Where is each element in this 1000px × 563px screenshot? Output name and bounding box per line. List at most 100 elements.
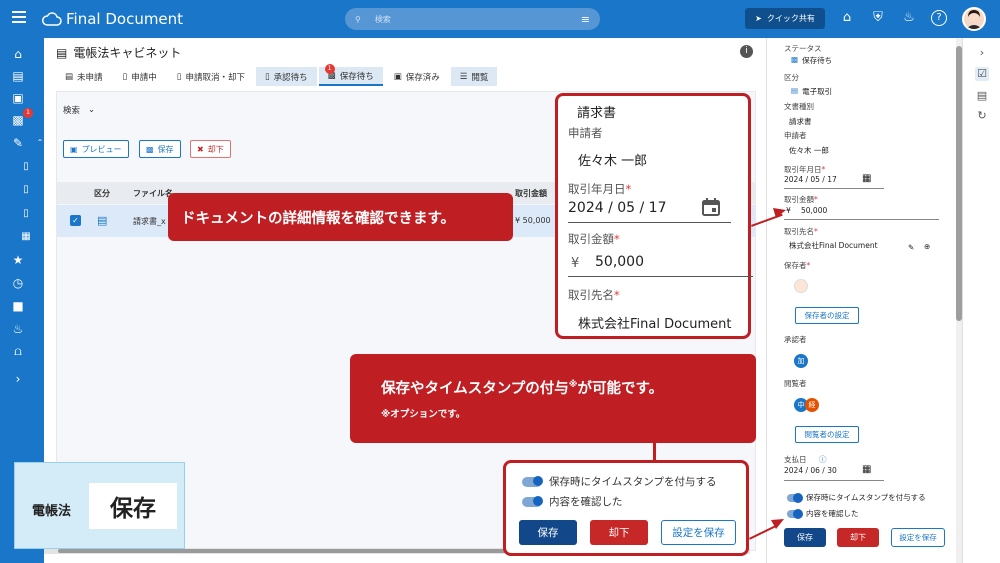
save-button[interactable]: 保存 — [784, 528, 826, 547]
confirm-toggle-label: 内容を確認した — [806, 509, 859, 518]
save-icon: ▩ — [791, 55, 799, 64]
reject-button[interactable]: 却下 — [837, 528, 879, 547]
preview-icon: ▣ — [70, 144, 78, 154]
date-field[interactable]: 2024 / 05 / 17 — [784, 175, 837, 184]
doc-clock-icon[interactable]: ▯ — [18, 206, 34, 222]
zoom-partner-label-text: 取引先名 — [568, 288, 614, 302]
quick-share-button[interactable]: ➤ クイック共有 — [745, 8, 825, 29]
confirm-toggle[interactable] — [787, 509, 803, 519]
org-icon[interactable]: ▣ — [10, 90, 26, 106]
preview-button[interactable]: ▣ プレビュー — [63, 140, 129, 158]
keeper-settings-button[interactable]: 保存者の設定 — [795, 307, 859, 324]
top-bar: Final Document ⚲ 検索 ≡ ➤ クイック共有 ⌂ ⛨ ♨ ? — [0, 0, 1000, 38]
home-icon[interactable]: ⌂ — [839, 10, 855, 26]
tab-awaiting-approval[interactable]: ▯ 承認待ち — [255, 67, 317, 86]
zoom-save-button: 保存 — [519, 520, 577, 545]
help-icon[interactable]: ? — [931, 10, 947, 26]
column-category: 区分 — [94, 189, 110, 198]
keeper-label-text: 保存者 — [784, 261, 807, 270]
bell-icon[interactable]: ♨ — [901, 10, 917, 26]
viewer-label: 閲覧者 — [784, 379, 807, 388]
cabinet-icon[interactable]: ▤ — [10, 68, 26, 84]
search-icon: ⚲ — [355, 14, 361, 24]
flow-icon[interactable]: ▦ — [18, 229, 34, 245]
partner-value[interactable]: 株式会社Final Document — [789, 240, 878, 251]
zoom-date-value: 2024 / 05 / 17 — [568, 200, 667, 216]
tab-label: 承認待ち — [273, 72, 308, 83]
amount-underline — [784, 219, 939, 220]
tab-saved[interactable]: ▣ 保存済み — [385, 67, 449, 86]
chevron-right-icon[interactable]: › — [975, 46, 989, 60]
tab-applying[interactable]: ▯ 申請中 — [114, 67, 166, 86]
viewer-avatar: 経 — [805, 398, 819, 412]
reject-icon: ✖ — [197, 144, 204, 154]
confirm-toggle — [522, 496, 543, 507]
tab-label: 保存済み — [405, 72, 440, 83]
app-logo[interactable]: Final Document — [42, 10, 183, 28]
home-icon[interactable]: ⌂ — [10, 46, 26, 62]
tab-unapplied[interactable]: ▤ 未申請 — [56, 67, 112, 86]
zoom-partner-value: 株式会社Final Document — [578, 317, 732, 332]
chevron-right-icon[interactable]: › — [10, 371, 26, 387]
calendar-icon[interactable]: ▦ — [862, 173, 871, 184]
shield-icon[interactable]: ⛨ — [870, 10, 886, 26]
callout-details-text: ドキュメントの詳細情報を確認できます。 — [181, 210, 456, 227]
zoom-date-label: 取引年月日* — [568, 182, 632, 196]
partner-label: 取引先名* — [784, 227, 818, 236]
save-label: 保存 — [157, 144, 174, 154]
payment-field[interactable]: 2024 / 06 / 30 — [784, 466, 837, 475]
zoom-timestamp-label: 保存時にタイムスタンプを付与する — [549, 476, 717, 488]
share-icon[interactable]: ⩍ — [10, 343, 26, 359]
zoom-detail-box: 請求書 申請者 佐々木 一郎 取引年月日* 2024 / 05 / 17 取引金… — [555, 93, 753, 339]
trash-icon[interactable]: ■ — [10, 298, 26, 314]
tab-cancelled[interactable]: ▯ 申請取消・却下 — [168, 67, 254, 86]
tab-awaiting-save[interactable]: 1 ▩ 保存待ち — [318, 64, 383, 86]
doc-icon: ▤ — [791, 86, 799, 95]
avatar[interactable] — [962, 7, 986, 31]
help-icon[interactable]: ⓘ — [819, 454, 827, 465]
clock-icon[interactable]: ◷ — [10, 275, 26, 291]
info-icon[interactable]: i — [740, 45, 753, 58]
callout-timestamp-main: 保存やタイムスタンプの付与 — [381, 381, 569, 397]
timestamp-toggle[interactable] — [787, 493, 803, 503]
star-icon[interactable]: ★ — [10, 252, 26, 268]
row-checkbox[interactable]: ✓ — [70, 215, 81, 226]
column-amount[interactable]: 取引金額 — [515, 188, 547, 199]
page-title: ▤ 電帳法キャビネット — [56, 44, 181, 61]
edit-icon[interactable]: ✎ — [908, 243, 914, 252]
menu-icon[interactable] — [12, 11, 26, 23]
calendar-icon — [701, 197, 721, 217]
bell-icon[interactable]: ♨ — [10, 321, 26, 337]
tab-view[interactable]: ☰ 閲覧 — [450, 67, 498, 86]
search-toggle[interactable]: 検索 ⌄ — [63, 104, 95, 116]
zoom-applicant-value: 佐々木 一郎 — [578, 154, 648, 169]
zoom-doctype: 請求書 — [577, 106, 617, 121]
checklist-icon[interactable]: ☑ — [975, 67, 989, 81]
comment-icon[interactable]: ▤ — [975, 89, 989, 103]
viewer-settings-button[interactable]: 閲覧者の設定 — [795, 426, 859, 443]
calendar-icon[interactable]: ▦ — [862, 464, 871, 475]
preview-label: プレビュー — [81, 144, 122, 154]
save-button[interactable]: ▩ 保存 — [139, 140, 181, 158]
row-filename[interactable]: 請求書_x — [133, 216, 166, 227]
status-label: ステータス — [784, 44, 822, 53]
doc-user-icon[interactable]: ▯ — [18, 182, 34, 198]
refresh-icon[interactable]: ↻ — [975, 109, 989, 123]
save-settings-button[interactable]: 設定を保存 — [891, 528, 945, 547]
tab-label: 閲覧 — [471, 72, 489, 83]
doc-icon[interactable]: ▯ — [18, 159, 34, 175]
add-icon[interactable]: ⊕ — [924, 242, 930, 251]
filter-icon[interactable]: ≡ — [581, 13, 590, 26]
reject-button[interactable]: ✖ 却下 — [190, 140, 231, 158]
search-input[interactable]: ⚲ 検索 ≡ — [345, 8, 600, 30]
row-amount: ¥ 50,000 — [515, 216, 551, 225]
amount-field[interactable]: 50,000 — [801, 206, 827, 215]
zoom-actions-box: 保存時にタイムスタンプを付与する 内容を確認した 保存 却下 設定を保存 — [503, 460, 749, 556]
applicant-label: 申請者 — [784, 131, 807, 140]
column-filename[interactable]: ファイル名 — [133, 188, 173, 199]
doc-icon: ▯ — [122, 71, 128, 82]
brush-icon[interactable]: ✎ — [10, 135, 26, 151]
zoom-reject-button: 却下 — [590, 520, 648, 545]
callout-timestamp-mark: ※ — [568, 380, 578, 391]
chevron-down-icon: ⌄ — [88, 105, 96, 115]
